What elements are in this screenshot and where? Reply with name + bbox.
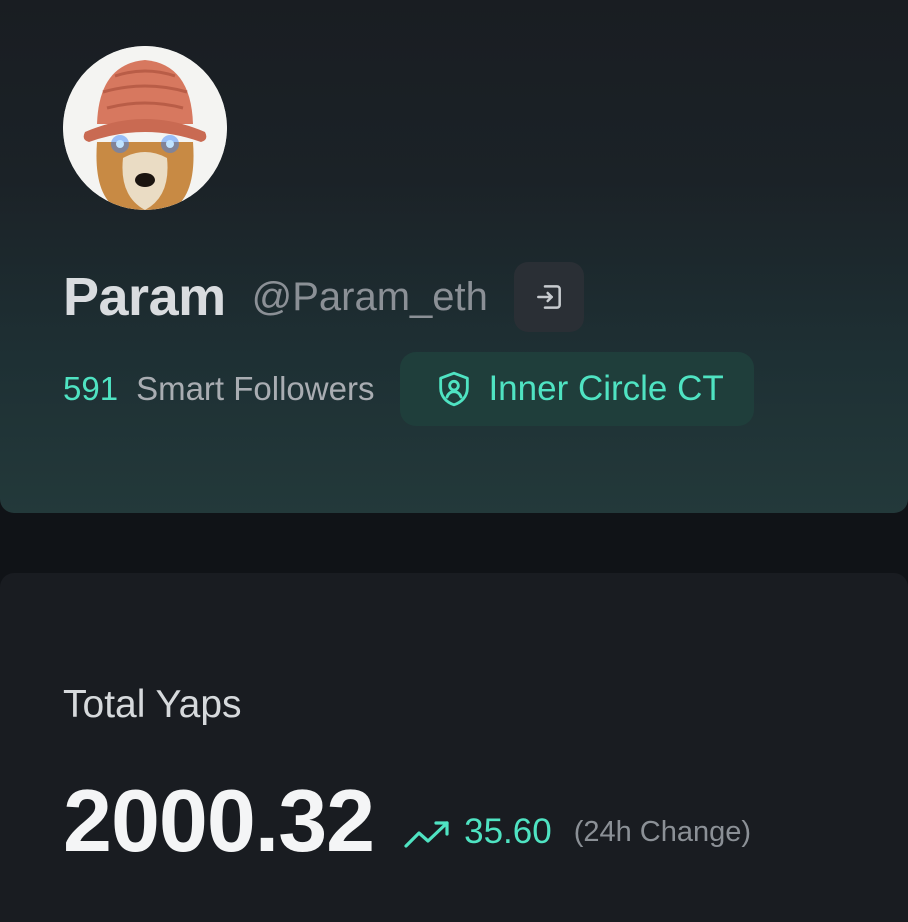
inner-circle-label: Inner Circle CT	[488, 369, 724, 408]
smart-followers-count: 591	[63, 370, 119, 407]
sign-in-icon	[536, 285, 561, 309]
avatar[interactable]	[63, 46, 227, 210]
change-24h-label: (24h Change)	[573, 815, 752, 848]
trending-up-icon	[404, 821, 449, 848]
name-row: Param @Param_eth	[63, 262, 584, 332]
shield-user-icon	[439, 371, 470, 407]
display-name: Param	[63, 267, 226, 327]
total-yaps-card: Total Yaps 2000.32 35.60 (24h Change)	[0, 573, 908, 922]
followers-row: 591 Smart Followers Inner Circle CT	[63, 352, 754, 426]
inner-circle-badge[interactable]: Inner Circle CT	[400, 352, 754, 426]
handle[interactable]: @Param_eth	[252, 275, 488, 320]
dog-avatar-icon	[63, 46, 227, 210]
total-yaps-row: 2000.32 35.60 (24h Change)	[63, 771, 752, 870]
page: Param @Param_eth 591 Smart Followers Inn	[0, 0, 908, 922]
smart-followers-label: Smart Followers	[136, 370, 375, 407]
profile-card: Param @Param_eth 591 Smart Followers Inn	[0, 0, 908, 513]
total-yaps-value: 2000.32	[63, 771, 375, 870]
sign-in-button[interactable]	[513, 262, 584, 332]
total-yaps-title: Total Yaps	[63, 683, 242, 726]
change-24h-value: 35.60	[464, 812, 552, 851]
